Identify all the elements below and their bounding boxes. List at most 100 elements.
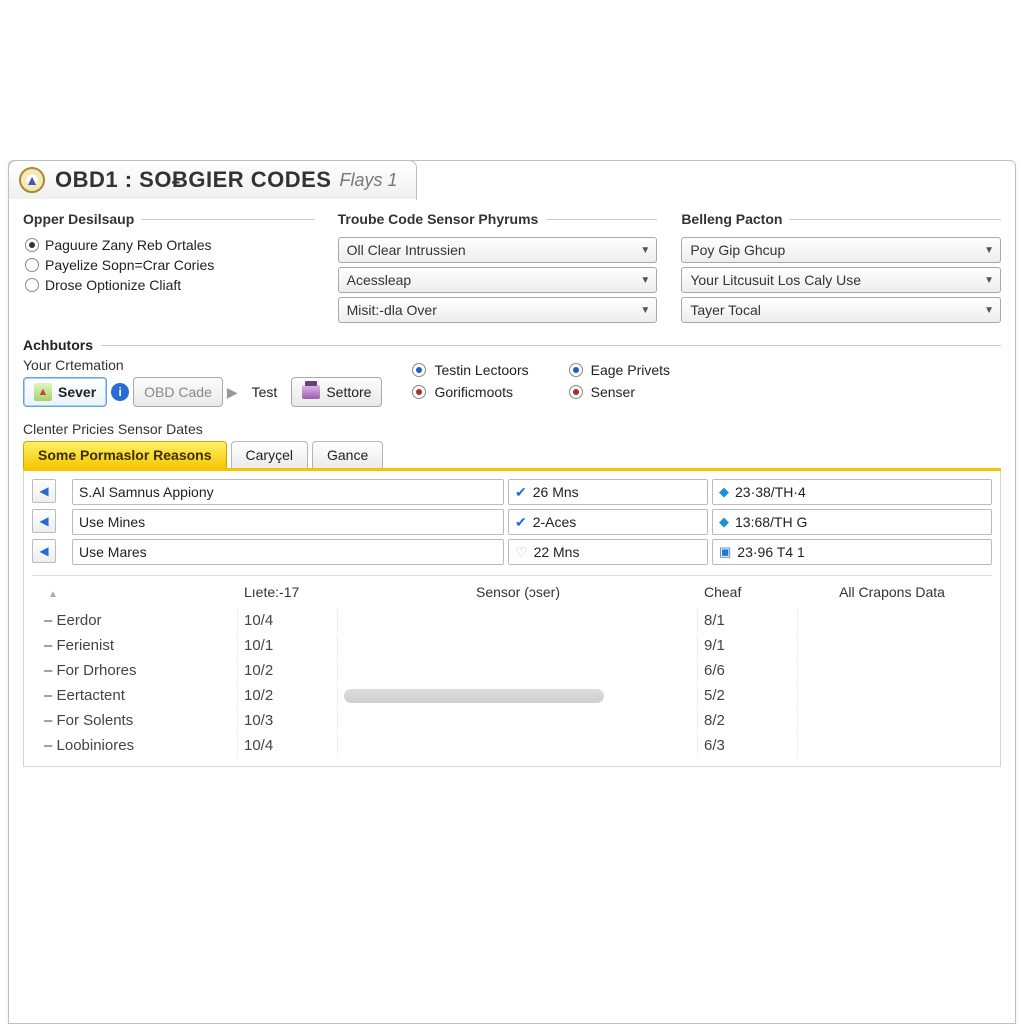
col-blank[interactable]: ▲ <box>38 580 238 604</box>
window-title: OBD1 : SOɃGIER CODES <box>55 167 331 193</box>
test-button[interactable]: Test <box>242 377 288 407</box>
status-dot-icon <box>412 385 426 399</box>
group-actions-legend: Achbutors <box>23 337 101 353</box>
select-value: Acessleap <box>347 272 412 288</box>
caret-down-icon: ▼ <box>984 275 994 286</box>
row-name: – Eertactent <box>38 684 238 707</box>
radio-label: Payelize Sopn=Crar Cories <box>45 257 214 273</box>
tabpanel: ◀ S.Al Samnus Appiony ✔ 26 Mns ◆23·38/TH·… <box>23 471 1001 767</box>
radio-icon <box>25 258 39 272</box>
select-litcusuit[interactable]: Your Litcusuit Los Caly Use ▼ <box>681 267 1001 293</box>
tab-gance[interactable]: Gance <box>312 441 383 468</box>
table-row[interactable]: – Ferienist 10/1 9/1 <box>32 633 992 658</box>
status-gorif[interactable]: Gorificmoots <box>412 384 528 400</box>
value: S.Al Samnus Appiony <box>79 484 214 500</box>
caret-down-icon: ▼ <box>640 245 650 256</box>
status-grid: Testin Lectoors Eage Privets Gorificmoot… <box>412 362 670 400</box>
tab-pormaslor[interactable]: Some Pormaslor Reasons <box>23 441 227 468</box>
sensor-name-input[interactable]: Use Mines <box>72 509 504 535</box>
status-label: Eage Privets <box>591 362 670 378</box>
status-senser[interactable]: Senser <box>569 384 670 400</box>
obdcade-button[interactable]: OBD Cade <box>133 377 223 407</box>
row-sensor <box>338 609 698 632</box>
sensor-right-input[interactable]: ▣ 23·96 T4 1 <box>712 539 992 565</box>
select-value: Tayer Tocal <box>690 302 761 318</box>
play-icon[interactable]: ▶ <box>227 384 238 401</box>
sever-button[interactable]: ▲ Sever <box>23 377 107 407</box>
radio-icon <box>25 238 39 252</box>
settore-button[interactable]: Settore <box>291 377 382 407</box>
app-window: ▲ OBD1 : SOɃGIER CODES Flays 1 Opper Des… <box>8 160 1016 1024</box>
status-dot-icon <box>569 385 583 399</box>
select-tayer[interactable]: Tayer Tocal ▼ <box>681 297 1001 323</box>
save-icon: ▲ <box>34 383 52 401</box>
radio-label: Paguure Zany Reb Ortales <box>45 237 212 253</box>
row-name: – Eerdor <box>38 609 238 632</box>
col-cheaf[interactable]: Cheaf <box>698 580 798 604</box>
actions-sublabel: Your Crtemation <box>23 357 382 373</box>
sensor-name-input[interactable]: Use Mares <box>72 539 504 565</box>
sensor-name-input[interactable]: S.Al Samnus Appiony <box>72 479 504 505</box>
col-lete[interactable]: Lıete:-17 <box>238 580 338 604</box>
col-sensor[interactable]: Sensor (ɔser) <box>338 580 698 604</box>
status-label: Testin Lectoors <box>434 362 528 378</box>
nav-back-icon[interactable]: ◀ <box>32 479 56 503</box>
value: 2-Aces <box>533 514 577 530</box>
table-row[interactable]: – Loobiniores 10/4 6/3 <box>32 733 992 758</box>
row-lete: 10/4 <box>238 734 338 757</box>
row-cheaf: 9/1 <box>698 634 798 657</box>
row-name: – Ferienist <box>38 634 238 657</box>
select-value: Oll Clear Intrussien <box>347 242 466 258</box>
info-icon[interactable]: i <box>111 383 129 401</box>
select-acessleap[interactable]: Acessleap ▼ <box>338 267 658 293</box>
check-icon: ✔ <box>515 484 527 501</box>
nav-back-icon[interactable]: ◀ <box>32 509 56 533</box>
row-sensor <box>338 659 698 682</box>
sensor-right-input[interactable]: ◆23·38/TH·4 <box>712 479 992 505</box>
value: 23·96 T4 1 <box>737 544 804 560</box>
table-row[interactable]: – Eertactent 10/2 5/2 <box>32 683 992 708</box>
value: Use Mines <box>79 514 145 530</box>
radio-option-2[interactable]: Payelize Sopn=Crar Cories <box>25 257 314 273</box>
sensor-right-input[interactable]: ◆13:68/TH G <box>712 509 992 535</box>
sort-icon: ▲ <box>48 589 58 600</box>
status-label: Senser <box>591 384 635 400</box>
button-label: Test <box>252 384 278 400</box>
caret-down-icon: ▼ <box>984 245 994 256</box>
diamond-icon: ◆ <box>719 514 729 530</box>
table-row[interactable]: – For Drhores 10/2 6/6 <box>32 658 992 683</box>
sensor-mid-input[interactable]: ♡ 22 Mns <box>508 539 708 565</box>
row-lete: 10/3 <box>238 709 338 732</box>
select-intrussien[interactable]: Oll Clear Intrussien ▼ <box>338 237 658 263</box>
select-misit[interactable]: Misit:-dla Over ▼ <box>338 297 658 323</box>
value: 22 Mns <box>534 544 580 560</box>
check-off-icon: ♡ <box>515 544 528 561</box>
sensor-bar <box>344 689 604 703</box>
radio-option-3[interactable]: Drose Optionize Cliaft <box>25 277 314 293</box>
value: 26 Mns <box>533 484 579 500</box>
status-eage[interactable]: Eage Privets <box>569 362 670 378</box>
group-belleng: Belleng Pacton Poy Gip Ghcup ▼ Your Litc… <box>681 211 1001 329</box>
title-tab: ▲ OBD1 : SOɃGIER CODES Flays 1 <box>8 160 417 200</box>
app-icon: ▲ <box>19 167 45 193</box>
check-icon: ✔ <box>515 514 527 531</box>
row-lete: 10/4 <box>238 609 338 632</box>
row-cheaf: 6/6 <box>698 659 798 682</box>
sensor-mid-input[interactable]: ✔ 26 Mns <box>508 479 708 505</box>
nav-back-icon[interactable]: ◀ <box>32 539 56 563</box>
select-poygip[interactable]: Poy Gip Ghcup ▼ <box>681 237 1001 263</box>
disk-icon: ▣ <box>719 544 731 560</box>
row-name: – For Drhores <box>38 659 238 682</box>
table-row[interactable]: – For Solents 10/3 8/2 <box>32 708 992 733</box>
row-lete: 10/1 <box>238 634 338 657</box>
row-lete: 10/2 <box>238 684 338 707</box>
row-crapons <box>798 709 986 732</box>
status-testin[interactable]: Testin Lectoors <box>412 362 528 378</box>
sensor-mid-input[interactable]: ✔ 2-Aces <box>508 509 708 535</box>
col-crapons[interactable]: All Crapons Data <box>798 580 986 604</box>
table-row[interactable]: – Eerdor 10/4 8/1 <box>32 608 992 633</box>
tab-carycel[interactable]: Caryçel <box>231 441 308 468</box>
row-crapons <box>798 659 986 682</box>
window-subtitle: Flays 1 <box>339 170 397 191</box>
radio-option-1[interactable]: Paguure Zany Reb Ortales <box>25 237 314 253</box>
